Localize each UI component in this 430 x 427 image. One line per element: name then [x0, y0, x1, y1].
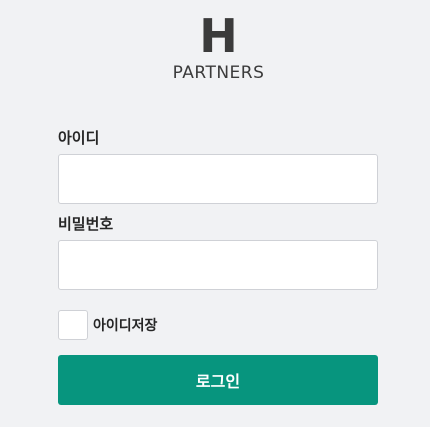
brand-logo: H PARTNERS	[0, 10, 430, 84]
remember-id-label[interactable]: 아이디저장	[93, 315, 157, 335]
password-input[interactable]	[58, 240, 378, 290]
logo-text: PARTNERS	[172, 63, 265, 83]
remember-id-checkbox[interactable]	[58, 310, 88, 340]
login-button[interactable]: 로그인	[58, 355, 378, 405]
logo-mark: H	[199, 9, 238, 63]
login-form: 아이디 비밀번호 아이디저장 로그인	[58, 128, 378, 405]
remember-id-row: 아이디저장	[58, 310, 378, 340]
id-label: 아이디	[58, 129, 100, 147]
password-label: 비밀번호	[58, 215, 114, 233]
id-input[interactable]	[58, 154, 378, 204]
